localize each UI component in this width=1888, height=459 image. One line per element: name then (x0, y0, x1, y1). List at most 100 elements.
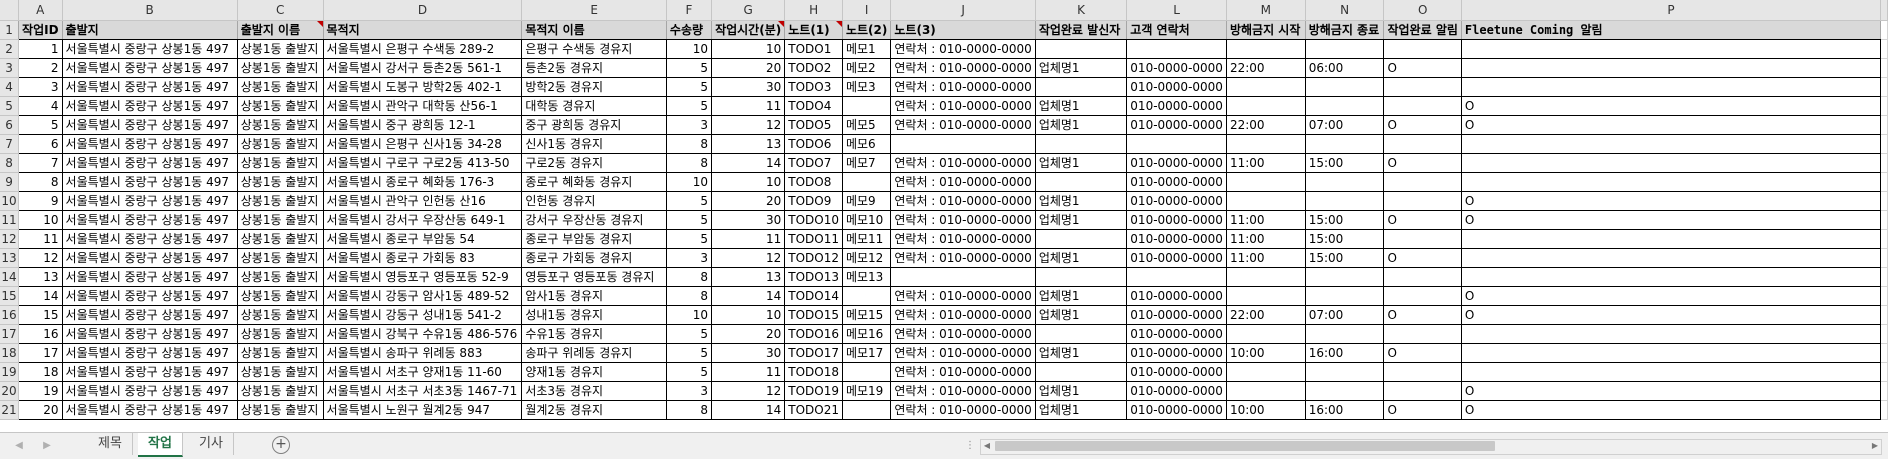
cell-e21[interactable]: 월계2동 경유지 (521, 400, 667, 420)
cell-g16[interactable]: 10 (711, 305, 786, 325)
cell-i21[interactable] (842, 400, 892, 420)
cell-n4[interactable] (1305, 77, 1385, 97)
cell-n12[interactable]: 15:00 (1305, 229, 1385, 249)
cell-n19[interactable] (1305, 362, 1385, 382)
cell-p17[interactable] (1461, 324, 1882, 344)
header-cell-k[interactable]: 작업완료 발신자 (1035, 20, 1128, 40)
cell-j3[interactable]: 연락처 : 010-0000-0000 (890, 58, 1036, 78)
cell-o9[interactable] (1383, 172, 1462, 192)
cell-j11[interactable]: 연락처 : 010-0000-0000 (890, 210, 1036, 230)
empty-cell[interactable] (1880, 305, 1888, 325)
column-header-l[interactable]: L (1126, 0, 1227, 21)
cell-f8[interactable]: 8 (666, 153, 713, 173)
cell-o11[interactable]: O (1383, 210, 1462, 230)
scroll-right-icon[interactable]: ▶ (1869, 440, 1881, 452)
cell-c20[interactable]: 상봉1동 출발지 (237, 381, 324, 401)
empty-cell[interactable] (1880, 343, 1888, 363)
cell-b3[interactable]: 서울특별시 중랑구 상봉1동 497 (62, 58, 238, 78)
cell-k11[interactable]: 업체명1 (1035, 210, 1128, 230)
cell-b7[interactable]: 서울특별시 중랑구 상봉1동 497 (62, 134, 238, 154)
cell-o17[interactable] (1383, 324, 1462, 344)
column-header-n[interactable]: N (1305, 0, 1385, 21)
cell-k16[interactable]: 업체명1 (1035, 305, 1128, 325)
cell-j17[interactable]: 연락처 : 010-0000-0000 (890, 324, 1036, 344)
cell-l5[interactable]: 010-0000-0000 (1126, 96, 1227, 116)
empty-cell[interactable] (1880, 267, 1888, 287)
cell-a11[interactable]: 10 (18, 210, 63, 230)
cell-o10[interactable] (1383, 191, 1462, 211)
header-cell-a[interactable]: 작업ID (18, 20, 63, 40)
cell-i15[interactable] (842, 286, 892, 306)
cell-a6[interactable]: 5 (18, 115, 63, 135)
empty-cell[interactable] (1880, 191, 1888, 211)
cell-k6[interactable]: 업체명1 (1035, 115, 1128, 135)
cell-f10[interactable]: 5 (666, 191, 713, 211)
cell-f2[interactable]: 10 (666, 39, 713, 59)
column-header-k[interactable]: K (1035, 0, 1128, 21)
cell-i17[interactable]: 메모16 (842, 324, 892, 344)
cell-e20[interactable]: 서초3동 경유지 (521, 381, 667, 401)
scroll-tabs-left-icon[interactable]: ◀ (12, 439, 26, 453)
cell-m15[interactable] (1226, 286, 1306, 306)
cell-o21[interactable]: O (1383, 400, 1462, 420)
cell-i2[interactable]: 메모1 (842, 39, 892, 59)
cell-d3[interactable]: 서울특별시 강서구 등촌2동 561-1 (323, 58, 523, 78)
cell-g20[interactable]: 12 (711, 381, 786, 401)
column-header-empty[interactable] (1880, 0, 1888, 21)
cell-l18[interactable]: 010-0000-0000 (1126, 343, 1227, 363)
cell-d13[interactable]: 서울특별시 종로구 가회동 83 (323, 248, 523, 268)
comment-indicator-icon[interactable] (835, 20, 842, 27)
cell-e14[interactable]: 영등포구 영등포동 경유지 (521, 267, 667, 287)
cell-c10[interactable]: 상봉1동 출발지 (237, 191, 324, 211)
row-header[interactable]: 16 (0, 305, 20, 325)
cell-a17[interactable]: 16 (18, 324, 63, 344)
cell-p14[interactable] (1461, 267, 1882, 287)
empty-cell[interactable] (1880, 58, 1888, 78)
cell-e19[interactable]: 양재1동 경유지 (521, 362, 667, 382)
column-header-m[interactable]: M (1226, 0, 1306, 21)
cell-g13[interactable]: 12 (711, 248, 786, 268)
cell-k7[interactable] (1035, 134, 1128, 154)
cell-e4[interactable]: 방학2동 경유지 (521, 77, 667, 97)
cell-m21[interactable]: 10:00 (1226, 400, 1306, 420)
cell-g6[interactable]: 12 (711, 115, 786, 135)
cell-k10[interactable]: 업체명1 (1035, 191, 1128, 211)
header-cell-l[interactable]: 고객 연락처 (1126, 20, 1227, 40)
cell-c21[interactable]: 상봉1동 출발지 (237, 400, 324, 420)
empty-cell[interactable] (1880, 115, 1888, 135)
cell-e18[interactable]: 송파구 위례동 경유지 (521, 343, 667, 363)
cell-n21[interactable]: 16:00 (1305, 400, 1385, 420)
cell-m18[interactable]: 10:00 (1226, 343, 1306, 363)
cell-i13[interactable]: 메모12 (842, 248, 892, 268)
cell-p3[interactable] (1461, 58, 1882, 78)
cell-b6[interactable]: 서울특별시 중랑구 상봉1동 497 (62, 115, 238, 135)
cell-h12[interactable]: TODO11 (784, 229, 843, 249)
cell-c19[interactable]: 상봉1동 출발지 (237, 362, 324, 382)
cell-l17[interactable]: 010-0000-0000 (1126, 324, 1227, 344)
cell-c3[interactable]: 상봉1동 출발지 (237, 58, 324, 78)
cell-k8[interactable]: 업체명1 (1035, 153, 1128, 173)
cell-n14[interactable] (1305, 267, 1385, 287)
cell-a19[interactable]: 18 (18, 362, 63, 382)
cell-l4[interactable]: 010-0000-0000 (1126, 77, 1227, 97)
spreadsheet-grid[interactable]: ABCDEFGHIJKLMNOP 1 작업ID 출발지 출발지 이름 목적지 목적지 이름… (0, 0, 1888, 420)
cell-c11[interactable]: 상봉1동 출발지 (237, 210, 324, 230)
cell-n9[interactable] (1305, 172, 1385, 192)
cell-p2[interactable] (1461, 39, 1882, 59)
row-header[interactable]: 20 (0, 381, 20, 401)
cell-k4[interactable] (1035, 77, 1128, 97)
cell-p21[interactable]: O (1461, 400, 1882, 420)
cell-h18[interactable]: TODO17 (784, 343, 843, 363)
sheet-tab[interactable]: 제목 (88, 433, 133, 455)
cell-l14[interactable] (1126, 267, 1227, 287)
cell-e13[interactable]: 종로구 가회동 경유지 (521, 248, 667, 268)
cell-g8[interactable]: 14 (711, 153, 786, 173)
cell-c8[interactable]: 상봉1동 출발지 (237, 153, 324, 173)
cell-d16[interactable]: 서울특별시 강동구 성내1동 541-2 (323, 305, 523, 325)
empty-cell[interactable] (1880, 324, 1888, 344)
cell-b13[interactable]: 서울특별시 중랑구 상봉1동 497 (62, 248, 238, 268)
cell-n16[interactable]: 07:00 (1305, 305, 1385, 325)
column-header-e[interactable]: E (521, 0, 667, 21)
cell-p18[interactable] (1461, 343, 1882, 363)
cell-d7[interactable]: 서울특별시 은평구 신사1동 34-28 (323, 134, 523, 154)
